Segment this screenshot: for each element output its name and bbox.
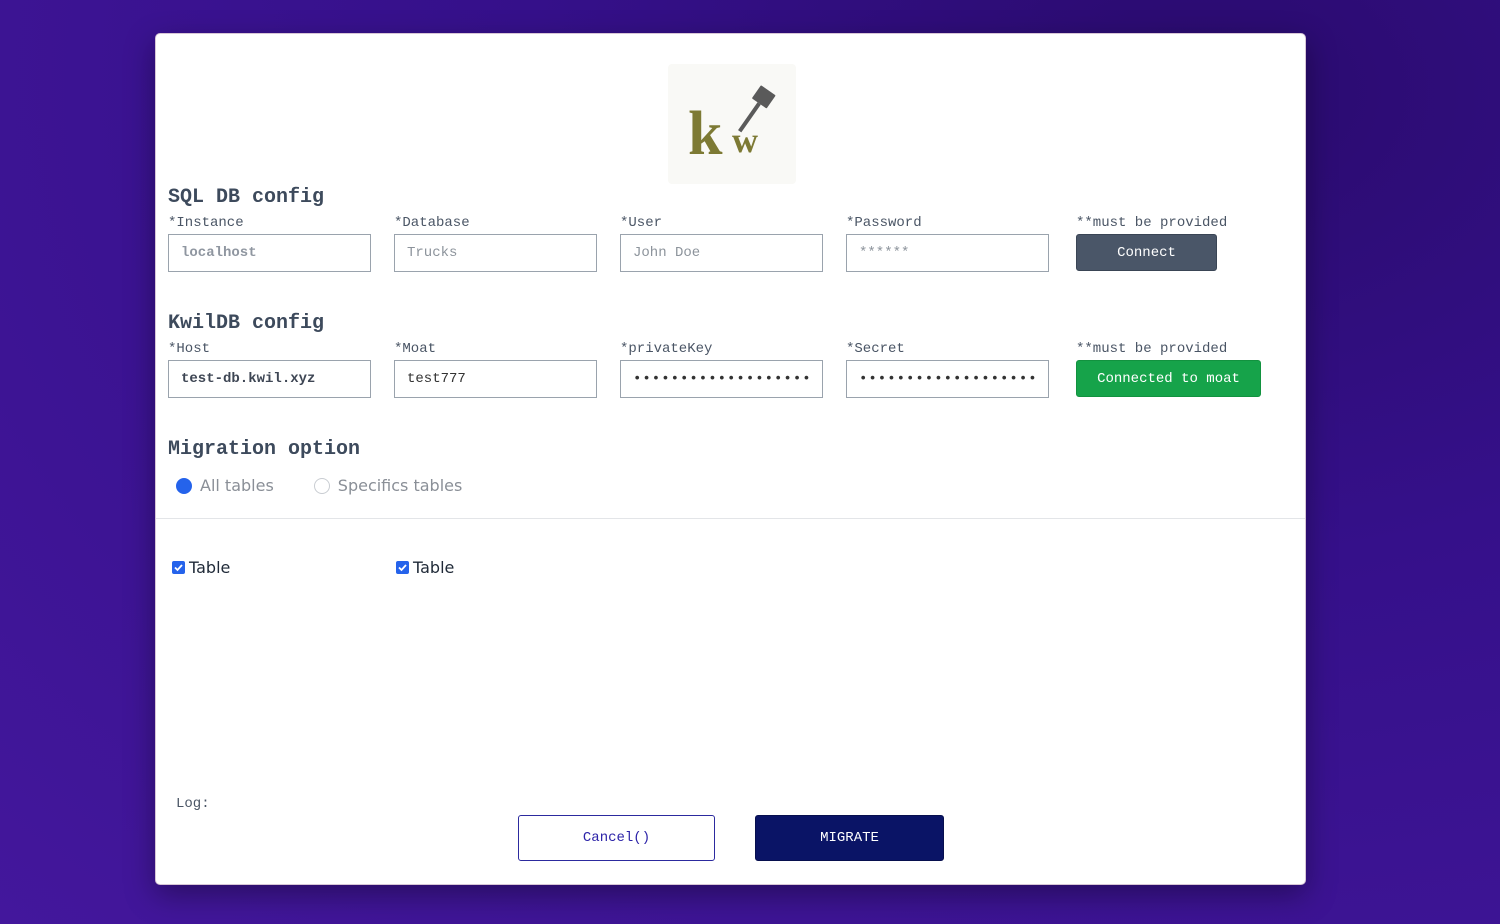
connected-to-moat-button[interactable]: Connected to moat xyxy=(1076,360,1261,397)
radio-selected-icon[interactable] xyxy=(176,477,192,494)
kwil-config-title: KwilDB config xyxy=(168,312,325,335)
kwil-required-note: **must be provided xyxy=(1076,341,1228,357)
host-input[interactable] xyxy=(168,360,371,398)
checkbox-checked-icon[interactable] xyxy=(172,561,185,574)
database-label: *Database xyxy=(394,215,470,231)
migration-radio-group: All tables Specifics tables xyxy=(176,476,502,495)
cancel-button[interactable]: Cancel() xyxy=(518,815,715,861)
radio-all-tables[interactable]: All tables xyxy=(176,476,274,495)
sql-config-title: SQL DB config xyxy=(168,186,325,209)
sql-required-note: **must be provided xyxy=(1076,215,1228,231)
radio-unselected-icon[interactable] xyxy=(313,477,330,494)
database-input[interactable] xyxy=(394,234,597,272)
secret-label: *Secret xyxy=(846,341,905,357)
user-label: *User xyxy=(620,215,663,231)
migration-option-title: Migration option xyxy=(168,438,361,461)
kwil-logo: k w xyxy=(668,64,796,184)
radio-specific-tables-label: Specifics tables xyxy=(337,476,463,495)
instance-input[interactable] xyxy=(168,234,371,272)
password-label: *Password xyxy=(846,215,922,231)
migration-dialog: k w SQL DB config *Instance *Database *U… xyxy=(155,33,1306,885)
table-checkbox-label: Table xyxy=(413,558,455,577)
table-checkbox-label: Table xyxy=(189,558,231,577)
checkbox-checked-icon[interactable] xyxy=(396,561,409,574)
user-input[interactable] xyxy=(620,234,823,272)
private-key-label: *privateKey xyxy=(620,341,713,357)
moat-label: *Moat xyxy=(394,341,437,357)
moat-input[interactable] xyxy=(394,360,597,398)
connect-button[interactable]: Connect xyxy=(1076,234,1217,271)
kwil-logo-icon: k w xyxy=(688,85,776,168)
table-checkbox-item[interactable]: Table xyxy=(172,558,230,577)
table-checkbox-item[interactable]: Table xyxy=(396,558,454,577)
private-key-input[interactable] xyxy=(620,360,823,398)
host-label: *Host xyxy=(168,341,211,357)
logo-letter-w: w xyxy=(732,120,758,160)
password-input[interactable] xyxy=(846,234,1049,272)
radio-all-tables-label: All tables xyxy=(200,476,274,495)
logo-letter-k: k xyxy=(688,100,723,168)
secret-input[interactable] xyxy=(846,360,1049,398)
radio-specific-tables[interactable]: Specifics tables xyxy=(313,476,463,495)
instance-label: *Instance xyxy=(168,215,244,231)
log-label: Log: xyxy=(176,796,210,812)
migrate-button[interactable]: MIGRATE xyxy=(755,815,944,861)
divider xyxy=(156,518,1305,519)
